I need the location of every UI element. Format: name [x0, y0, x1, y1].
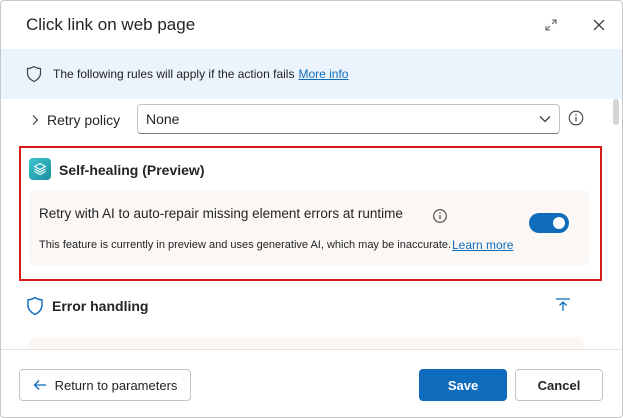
self-healing-option-label: Retry with AI to auto-repair missing ele… — [39, 206, 403, 221]
self-healing-info-icon[interactable] — [432, 208, 448, 224]
scrollbar[interactable] — [612, 99, 620, 349]
expand-button[interactable] — [541, 15, 561, 35]
return-to-parameters-button[interactable]: Return to parameters — [19, 369, 191, 401]
footer-divider — [1, 349, 622, 350]
shield-icon — [26, 296, 44, 316]
self-healing-toggle[interactable] — [529, 213, 569, 233]
collapse-up-icon[interactable] — [554, 296, 572, 314]
settings-scroll-area[interactable]: Retry policy None Self-healing (Preview) — [1, 99, 622, 349]
self-healing-note: This feature is currently in preview and… — [39, 239, 452, 251]
error-handling-card — [29, 337, 584, 349]
shield-icon — [25, 65, 43, 83]
dialog-title: Click link on web page — [26, 15, 196, 34]
dialog: Click link on web page The following rul… — [0, 0, 623, 418]
retry-policy-expander[interactable]: Retry policy — [29, 105, 120, 135]
retry-policy-dropdown[interactable]: None — [137, 104, 560, 134]
error-handling-title: Error handling — [52, 298, 149, 314]
close-button[interactable] — [589, 15, 609, 35]
layers-icon — [29, 158, 51, 180]
self-healing-title: Self-healing (Preview) — [59, 162, 205, 178]
toggle-knob — [553, 217, 565, 229]
info-bar-message: The following rules will apply if the ac… — [53, 67, 295, 81]
retry-policy-label: Retry policy — [47, 112, 121, 128]
cancel-button[interactable]: Cancel — [515, 369, 603, 401]
arrow-left-icon — [33, 378, 47, 392]
dialog-header: Click link on web page — [1, 1, 622, 51]
save-button[interactable]: Save — [419, 369, 507, 401]
retry-policy-value: None — [146, 111, 180, 127]
return-to-parameters-label: Return to parameters — [54, 377, 178, 393]
scrollbar-thumb[interactable] — [613, 99, 619, 125]
chevron-down-icon — [539, 113, 551, 125]
self-healing-card: Retry with AI to auto-repair missing ele… — [29, 190, 589, 266]
expand-icon — [545, 19, 557, 31]
more-info-link[interactable]: More info — [298, 67, 348, 81]
chevron-right-icon — [29, 114, 41, 126]
retry-policy-info-icon[interactable] — [568, 110, 584, 126]
info-bar: The following rules will apply if the ac… — [1, 49, 622, 99]
close-icon — [593, 19, 605, 31]
learn-more-link[interactable]: Learn more — [452, 238, 513, 252]
